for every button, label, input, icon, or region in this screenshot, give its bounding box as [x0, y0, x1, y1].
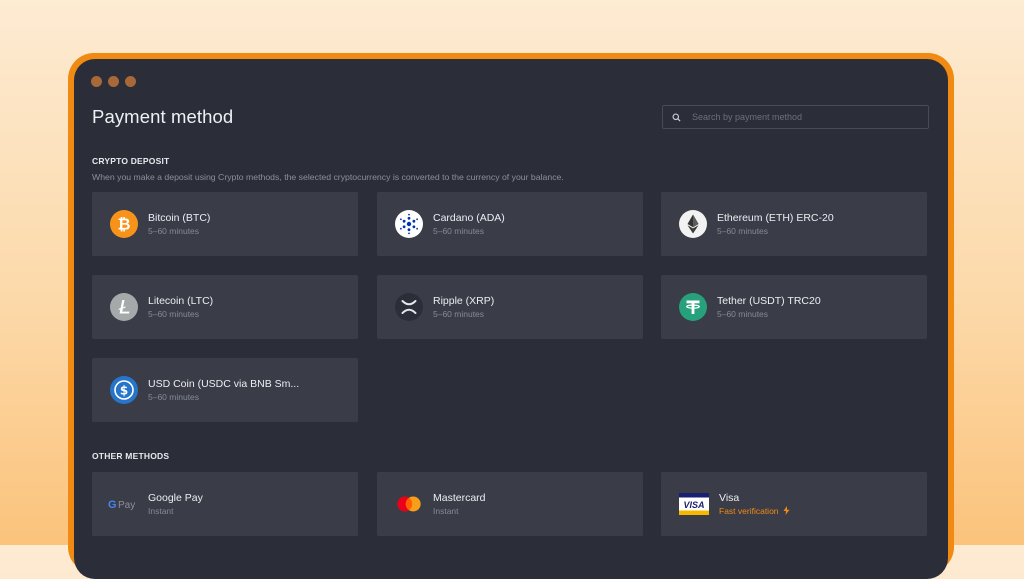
method-card-ripple[interactable]: Ripple (XRP) 5–60 minutes	[377, 275, 643, 339]
method-processing-time: 5–60 minutes	[148, 308, 200, 319]
svg-text:$: $	[120, 383, 128, 397]
svg-text:₿: ₿	[117, 215, 130, 234]
method-name: Ripple (XRP)	[433, 294, 495, 307]
visa-icon: VISA	[679, 490, 709, 518]
method-name: Google Pay	[148, 491, 203, 504]
other-section-heading: OTHER METHODS	[92, 451, 170, 461]
search-input[interactable]	[690, 111, 914, 123]
method-name: Litecoin (LTC)	[148, 294, 214, 307]
mastercard-icon	[395, 490, 423, 518]
method-processing-time: 5–60 minutes	[717, 225, 769, 236]
method-name: Cardano (ADA)	[433, 211, 505, 224]
method-name: Ethereum (ETH) ERC-20	[717, 211, 834, 224]
method-card-tether[interactable]: Tether (USDT) TRC20 5–60 minutes	[661, 275, 927, 339]
method-card-google-pay[interactable]: G Pay Google Pay Instant	[92, 472, 358, 536]
page-title: Payment method	[92, 106, 234, 127]
method-processing-time: 5–60 minutes	[148, 391, 200, 402]
method-card-bitcoin[interactable]: ₿ Bitcoin (BTC) 5–60 minutes	[92, 192, 358, 256]
method-card-ethereum[interactable]: Ethereum (ETH) ERC-20 5–60 minutes	[661, 192, 927, 256]
method-name: Visa	[719, 491, 740, 504]
method-processing-time: 5–60 minutes	[148, 225, 200, 236]
method-card-visa[interactable]: VISA Visa Fast verification	[661, 472, 927, 536]
window-dot[interactable]	[108, 76, 119, 87]
tether-icon	[679, 293, 707, 321]
cardano-icon	[395, 210, 423, 238]
lightning-icon	[783, 505, 790, 515]
bitcoin-icon: ₿	[110, 210, 138, 238]
window-dot[interactable]	[91, 76, 102, 87]
svg-text:G: G	[108, 499, 117, 511]
ethereum-icon	[679, 210, 707, 238]
crypto-section-heading: CRYPTO DEPOSIT	[92, 156, 170, 166]
search-icon	[672, 112, 681, 122]
visa-logo-text: VISA	[683, 500, 704, 510]
method-card-litecoin[interactable]: Litecoin (LTC) 5–60 minutes	[92, 275, 358, 339]
ripple-icon	[395, 293, 423, 321]
method-processing-time: Instant	[433, 505, 459, 516]
litecoin-icon	[110, 293, 138, 321]
method-card-cardano[interactable]: Cardano (ADA) 5–60 minutes	[377, 192, 643, 256]
fast-verification-label: Fast verification	[719, 505, 779, 516]
usd-coin-icon: $	[110, 376, 138, 404]
method-processing-time: Fast verification	[719, 505, 790, 517]
method-processing-time: 5–60 minutes	[433, 308, 485, 319]
method-processing-time: 5–60 minutes	[717, 308, 769, 319]
google-pay-logo-text: Pay	[118, 500, 135, 511]
search-box[interactable]	[662, 105, 929, 129]
window-dot[interactable]	[125, 76, 136, 87]
method-name: USD Coin (USDC via BNB Sm...	[148, 377, 300, 390]
crypto-section-description: When you make a deposit using Crypto met…	[92, 172, 564, 182]
payment-window: Payment method CRYPTO DEPOSIT When you m…	[74, 59, 948, 579]
window-controls	[91, 76, 136, 87]
method-processing-time: Instant	[148, 505, 174, 516]
method-name: Bitcoin (BTC)	[148, 211, 211, 224]
method-card-usd-coin[interactable]: $ USD Coin (USDC via BNB Sm... 5–60 minu…	[92, 358, 358, 422]
method-processing-time: 5–60 minutes	[433, 225, 485, 236]
method-name: Tether (USDT) TRC20	[717, 294, 821, 307]
method-name: Mastercard	[433, 491, 486, 504]
method-card-mastercard[interactable]: Mastercard Instant	[377, 472, 643, 536]
google-pay-icon: G Pay	[108, 490, 140, 518]
